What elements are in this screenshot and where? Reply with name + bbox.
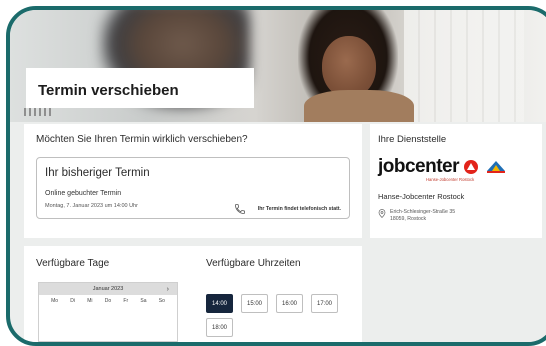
office-city: 18059, Rostock xyxy=(390,216,427,223)
logo-emblem-icon xyxy=(464,159,479,174)
hero-person-face xyxy=(322,36,376,98)
time-slot-1800[interactable]: 18:00 xyxy=(206,318,233,337)
calendar-weekdays: Mo Di Mi Do Fr Sa So xyxy=(39,295,177,307)
office-street: Erich-Schlesinger-Straße 35 xyxy=(390,209,456,215)
current-appointment-title: Ihr bisheriger Termin xyxy=(45,167,150,179)
office-address: Erich-Schlesinger-Straße 35 18059, Rosto… xyxy=(378,209,534,223)
weekday-label: So xyxy=(158,298,165,304)
weekday-label: Mi xyxy=(87,298,93,304)
office-name: Hanse-Jobcenter Rostock xyxy=(378,192,465,201)
calendar-month: Januar 2023 xyxy=(92,286,124,292)
hero-person-body xyxy=(304,90,414,122)
availability-card: Verfügbare Tage Verfügbare Uhrzeiten Jan… xyxy=(24,246,362,342)
reschedule-question: Möchten Sie Ihren Termin wirklich versch… xyxy=(36,134,248,145)
phone-note-row: Ihr Termin findet telefonisch statt. xyxy=(234,203,341,215)
weekday-label: Fr xyxy=(123,298,129,304)
hero-window xyxy=(404,10,524,122)
phone-icon xyxy=(234,204,245,214)
phone-note: Ihr Termin findet telefonisch statt. xyxy=(257,206,341,212)
available-days-heading: Verfügbare Tage xyxy=(36,258,110,269)
weekday-label: Do xyxy=(104,298,112,304)
rostock-emblem-icon xyxy=(487,160,506,173)
jobcenter-logo: jobcenter xyxy=(378,157,534,176)
calendar: Januar 2023 › Mo Di Mi Do Fr Sa So xyxy=(38,282,178,342)
page-title-box: Termin verschieben xyxy=(26,68,254,108)
device-frame: Termin verschieben Möchten Sie Ihren Ter… xyxy=(6,6,546,346)
empty-panel xyxy=(370,246,542,342)
current-appointment-box: Ihr bisheriger Termin Online gebuchter T… xyxy=(36,157,350,219)
time-slot-1400[interactable]: 14:00 xyxy=(206,294,233,313)
logo-subtext: Hanse-Jobcenter Rostock xyxy=(426,177,475,182)
calendar-header: Januar 2023 › xyxy=(39,283,177,295)
logo-wordmark: jobcenter xyxy=(378,156,460,177)
chevron-right-icon[interactable]: › xyxy=(167,286,169,293)
office-card: Ihre Dienststelle jobcenter Hanse-Jobcen… xyxy=(370,124,542,238)
appointment-type: Online gebuchter Termin xyxy=(45,190,122,197)
time-slot-1600[interactable]: 16:00 xyxy=(276,294,303,313)
office-heading: Ihre Dienststelle xyxy=(378,134,447,145)
reschedule-question-card: Möchten Sie Ihren Termin wirklich versch… xyxy=(24,124,362,238)
time-slot-1700[interactable]: 17:00 xyxy=(311,294,338,313)
weekday-label: Di xyxy=(70,298,76,304)
available-times-heading: Verfügbare Uhrzeiten xyxy=(206,258,301,269)
map-pin-icon xyxy=(378,209,386,218)
hero-decoration xyxy=(24,108,54,116)
weekday-label: Mo xyxy=(51,298,59,304)
page-title: Termin verschieben xyxy=(38,82,179,99)
weekday-label: Sa xyxy=(140,298,147,304)
time-slot-1500[interactable]: 15:00 xyxy=(241,294,268,313)
